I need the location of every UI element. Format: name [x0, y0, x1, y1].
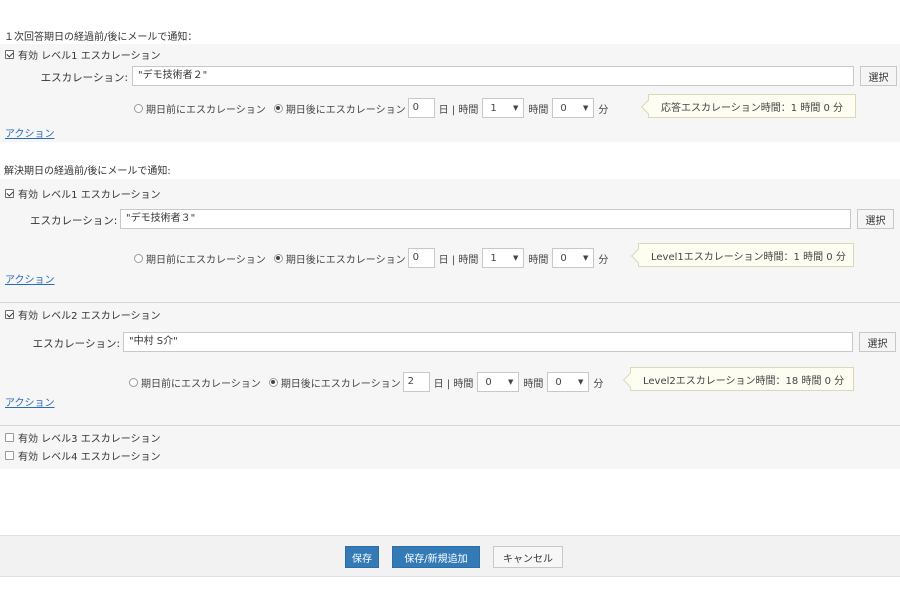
- escalation-label: エスカレーション:: [30, 215, 118, 227]
- action-link[interactable]: アクション: [5, 394, 55, 409]
- checkbox-checked[interactable]: [5, 310, 14, 319]
- resolve-level1-enable[interactable]: 有効 レベル1 エスカレーション: [5, 186, 161, 201]
- radio-before[interactable]: [134, 253, 143, 263]
- escalation-time-tooltip: Level2エスカレーション時間：18 時間 0 分: [630, 367, 854, 391]
- days-input[interactable]: 2: [402, 372, 430, 392]
- hours-select[interactable]: 1 ▼: [482, 98, 525, 118]
- days-hours-label: 日 | 時間: [438, 104, 479, 116]
- days-hours-label: 日 | 時間: [438, 254, 479, 266]
- minutes-value: 0: [555, 376, 562, 388]
- action-link[interactable]: アクション: [5, 271, 55, 286]
- escalation-timing-row: 期日前にエスカレーション 期日後にエスカレーション 2 日 | 時間 0 ▼ 時…: [129, 372, 603, 392]
- hours-value: 1: [490, 252, 497, 264]
- checkbox-checked[interactable]: [5, 189, 14, 198]
- chevron-down-icon: ▼: [512, 254, 519, 262]
- hours-select[interactable]: 1 ▼: [482, 248, 525, 268]
- minutes-label: 分: [593, 378, 604, 390]
- resolve-level4-enable[interactable]: 有効 レベル4 エスカレーション: [5, 448, 161, 463]
- radio-before-label: 期日前にエスカレーション: [146, 104, 266, 116]
- response-level1-enable[interactable]: 有効 レベル1 エスカレーション: [5, 47, 161, 62]
- hours-select[interactable]: 0 ▼: [477, 372, 520, 392]
- checkbox-label: 有効 レベル3 エスカレーション: [18, 434, 161, 445]
- save-new-button[interactable]: 保存/新規追加: [392, 546, 480, 568]
- days-input[interactable]: 0: [407, 98, 435, 118]
- select-button[interactable]: 選択: [859, 332, 896, 352]
- radio-before-label: 期日前にエスカレーション: [141, 378, 261, 390]
- escalation-label: エスカレーション:: [40, 72, 128, 84]
- chevron-down-icon: ▼: [582, 104, 589, 112]
- checkbox-checked[interactable]: [5, 50, 14, 59]
- radio-before[interactable]: [134, 103, 143, 113]
- radio-after-label: 期日後にエスカレーション: [285, 104, 406, 116]
- resolve-section-title: 解決期日の経過前/後にメールで通知:: [4, 166, 171, 177]
- minutes-value: 0: [560, 252, 567, 264]
- radio-after[interactable]: [273, 253, 283, 263]
- escalation-timing-row: 期日前にエスカレーション 期日後にエスカレーション 0 日 | 時間 1 ▼ 時…: [134, 98, 608, 118]
- radio-after-label: 期日後にエスカレーション: [280, 378, 401, 390]
- checkbox-unchecked[interactable]: [5, 451, 14, 460]
- response-section-title: １次回答期日の経過前/後にメールで通知：: [4, 32, 198, 43]
- radio-after[interactable]: [273, 103, 283, 113]
- escalation-label: エスカレーション:: [32, 338, 120, 350]
- minutes-label: 分: [598, 254, 609, 266]
- days-input[interactable]: 0: [407, 248, 435, 268]
- hours-label: 時間: [523, 378, 544, 390]
- save-button[interactable]: 保存: [345, 546, 379, 568]
- minutes-select[interactable]: 0 ▼: [552, 98, 595, 118]
- escalation-time-tooltip: Level1エスカレーション時間：1 時間 0 分: [638, 243, 854, 267]
- radio-before-label: 期日前にエスカレーション: [146, 254, 266, 266]
- radio-after-label: 期日後にエスカレーション: [285, 254, 406, 266]
- footer-bar: 保存 保存/新規追加 キャンセル: [0, 535, 900, 577]
- escalation-time-tooltip: 応答エスカレーション時間：1 時間 0 分: [648, 94, 856, 118]
- chevron-down-icon: ▼: [582, 254, 589, 262]
- checkbox-label: 有効 レベル4 エスカレーション: [18, 452, 161, 463]
- chevron-down-icon: ▼: [507, 378, 514, 386]
- checkbox-label: 有効 レベル2 エスカレーション: [18, 311, 161, 322]
- radio-before[interactable]: [129, 377, 138, 387]
- escalation-input[interactable]: "デモ技術者２": [132, 66, 854, 86]
- select-button[interactable]: 選択: [860, 66, 897, 86]
- minutes-select[interactable]: 0 ▼: [547, 372, 590, 392]
- chevron-down-icon: ▼: [512, 104, 519, 112]
- checkbox-unchecked[interactable]: [5, 433, 14, 442]
- minutes-label: 分: [598, 104, 609, 116]
- escalation-input[interactable]: "デモ技術者３": [120, 209, 851, 229]
- resolve-level2-enable[interactable]: 有効 レベル2 エスカレーション: [5, 307, 161, 322]
- cancel-button[interactable]: キャンセル: [493, 546, 563, 568]
- hours-value: 1: [490, 102, 497, 114]
- hours-value: 0: [485, 376, 492, 388]
- hours-label: 時間: [528, 254, 549, 266]
- radio-after[interactable]: [268, 377, 278, 387]
- action-link[interactable]: アクション: [5, 125, 55, 140]
- minutes-select[interactable]: 0 ▼: [552, 248, 595, 268]
- escalation-input[interactable]: "中村 S介": [123, 332, 853, 352]
- chevron-down-icon: ▼: [577, 378, 584, 386]
- checkbox-label: 有効 レベル1 エスカレーション: [18, 51, 161, 62]
- days-hours-label: 日 | 時間: [433, 378, 474, 390]
- hours-label: 時間: [528, 104, 549, 116]
- minutes-value: 0: [560, 102, 567, 114]
- escalation-timing-row: 期日前にエスカレーション 期日後にエスカレーション 0 日 | 時間 1 ▼ 時…: [134, 248, 608, 268]
- resolve-level3-enable[interactable]: 有効 レベル3 エスカレーション: [5, 430, 161, 445]
- checkbox-label: 有効 レベル1 エスカレーション: [18, 190, 161, 201]
- select-button[interactable]: 選択: [857, 209, 894, 229]
